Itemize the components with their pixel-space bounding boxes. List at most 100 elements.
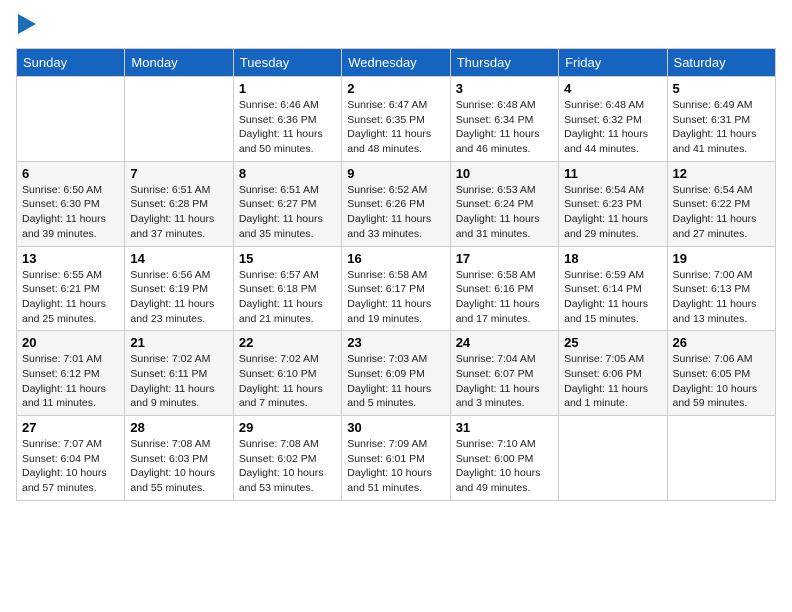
- day-detail: Sunrise: 7:07 AMSunset: 6:04 PMDaylight:…: [22, 437, 119, 496]
- calendar-cell: 11Sunrise: 6:54 AMSunset: 6:23 PMDayligh…: [559, 161, 667, 246]
- day-detail: Sunrise: 6:54 AMSunset: 6:23 PMDaylight:…: [564, 183, 661, 242]
- day-number: 25: [564, 335, 661, 350]
- weekday-header-monday: Monday: [125, 49, 233, 77]
- calendar-cell: [17, 77, 125, 162]
- calendar-cell: 4 Sunrise: 6:48 AMSunset: 6:32 PMDaylight…: [559, 77, 667, 162]
- day-number: 31: [456, 420, 553, 435]
- calendar-cell: 15Sunrise: 6:57 AMSunset: 6:18 PMDayligh…: [233, 246, 341, 331]
- calendar-cell: 14 Sunrise: 6:56 AMSunset: 6:19 PMDayligh…: [125, 246, 233, 331]
- calendar-table: SundayMondayTuesdayWednesdayThursdayFrid…: [16, 48, 776, 501]
- page-header: [16, 16, 776, 40]
- weekday-header-sunday: Sunday: [17, 49, 125, 77]
- day-number: 1: [239, 81, 336, 96]
- calendar-cell: 29 Sunrise: 7:08 AMSunset: 6:02 PMDayligh…: [233, 416, 341, 501]
- calendar-cell: 23Sunrise: 7:03 AMSunset: 6:09 PMDayligh…: [342, 331, 450, 416]
- day-number: 24: [456, 335, 553, 350]
- day-detail: Sunrise: 7:10 AMSunset: 6:00 PMDaylight:…: [456, 437, 553, 496]
- day-number: 12: [673, 166, 770, 181]
- day-detail: Sunrise: 6:56 AMSunset: 6:19 PMDaylight:…: [130, 268, 227, 327]
- day-detail: Sunrise: 7:06 AMSunset: 6:05 PMDaylight:…: [673, 352, 770, 411]
- calendar-cell: 16 Sunrise: 6:58 AMSunset: 6:17 PMDayligh…: [342, 246, 450, 331]
- day-detail: Sunrise: 6:58 AMSunset: 6:17 PMDaylight:…: [347, 268, 444, 327]
- day-number: 14: [130, 251, 227, 266]
- day-number: 20: [22, 335, 119, 350]
- day-number: 23: [347, 335, 444, 350]
- day-number: 18: [564, 251, 661, 266]
- calendar-week-4: 20 Sunrise: 7:01 AMSunset: 6:12 PMDayligh…: [17, 331, 776, 416]
- day-number: 19: [673, 251, 770, 266]
- calendar-cell: 27 Sunrise: 7:07 AMSunset: 6:04 PMDayligh…: [17, 416, 125, 501]
- logo-text: [16, 16, 36, 40]
- calendar-cell: 13 Sunrise: 6:55 AMSunset: 6:21 PMDayligh…: [17, 246, 125, 331]
- day-number: 27: [22, 420, 119, 435]
- weekday-header-wednesday: Wednesday: [342, 49, 450, 77]
- calendar-cell: 28Sunrise: 7:08 AMSunset: 6:03 PMDayligh…: [125, 416, 233, 501]
- weekday-header-tuesday: Tuesday: [233, 49, 341, 77]
- day-detail: Sunrise: 6:46 AMSunset: 6:36 PMDaylight:…: [239, 98, 336, 157]
- day-detail: Sunrise: 7:02 AMSunset: 6:11 PMDaylight:…: [130, 352, 227, 411]
- day-detail: Sunrise: 7:05 AMSunset: 6:06 PMDaylight:…: [564, 352, 661, 411]
- calendar-week-2: 6 Sunrise: 6:50 AMSunset: 6:30 PMDaylight…: [17, 161, 776, 246]
- day-detail: Sunrise: 6:58 AMSunset: 6:16 PMDaylight:…: [456, 268, 553, 327]
- day-detail: Sunrise: 6:51 AMSunset: 6:27 PMDaylight:…: [239, 183, 336, 242]
- day-number: 5: [673, 81, 770, 96]
- calendar-cell: 9 Sunrise: 6:52 AMSunset: 6:26 PMDaylight…: [342, 161, 450, 246]
- day-number: 7: [130, 166, 227, 181]
- day-detail: Sunrise: 7:08 AMSunset: 6:02 PMDaylight:…: [239, 437, 336, 496]
- day-detail: Sunrise: 6:47 AMSunset: 6:35 PMDaylight:…: [347, 98, 444, 157]
- day-detail: Sunrise: 6:54 AMSunset: 6:22 PMDaylight:…: [673, 183, 770, 242]
- day-number: 26: [673, 335, 770, 350]
- calendar-cell: 31 Sunrise: 7:10 AMSunset: 6:00 PMDayligh…: [450, 416, 558, 501]
- day-detail: Sunrise: 7:01 AMSunset: 6:12 PMDaylight:…: [22, 352, 119, 411]
- day-number: 4: [564, 81, 661, 96]
- calendar-cell: 18 Sunrise: 6:59 AMSunset: 6:14 PMDayligh…: [559, 246, 667, 331]
- day-number: 29: [239, 420, 336, 435]
- calendar-week-3: 13 Sunrise: 6:55 AMSunset: 6:21 PMDayligh…: [17, 246, 776, 331]
- calendar-cell: 19 Sunrise: 7:00 AMSunset: 6:13 PMDayligh…: [667, 246, 775, 331]
- day-number: 17: [456, 251, 553, 266]
- day-detail: Sunrise: 6:50 AMSunset: 6:30 PMDaylight:…: [22, 183, 119, 242]
- calendar-cell: 30Sunrise: 7:09 AMSunset: 6:01 PMDayligh…: [342, 416, 450, 501]
- day-detail: Sunrise: 6:59 AMSunset: 6:14 PMDaylight:…: [564, 268, 661, 327]
- day-number: 6: [22, 166, 119, 181]
- day-number: 8: [239, 166, 336, 181]
- calendar-cell: 3Sunrise: 6:48 AMSunset: 6:34 PMDaylight…: [450, 77, 558, 162]
- day-number: 15: [239, 251, 336, 266]
- day-detail: Sunrise: 7:08 AMSunset: 6:03 PMDaylight:…: [130, 437, 227, 496]
- day-detail: Sunrise: 6:48 AMSunset: 6:34 PMDaylight:…: [456, 98, 553, 157]
- calendar-cell: 25 Sunrise: 7:05 AMSunset: 6:06 PMDayligh…: [559, 331, 667, 416]
- calendar-cell: 24 Sunrise: 7:04 AMSunset: 6:07 PMDayligh…: [450, 331, 558, 416]
- day-detail: Sunrise: 7:09 AMSunset: 6:01 PMDaylight:…: [347, 437, 444, 496]
- calendar-week-1: 1 Sunrise: 6:46 AMSunset: 6:36 PMDaylight…: [17, 77, 776, 162]
- day-detail: Sunrise: 6:48 AMSunset: 6:32 PMDaylight:…: [564, 98, 661, 157]
- day-detail: Sunrise: 7:04 AMSunset: 6:07 PMDaylight:…: [456, 352, 553, 411]
- calendar-cell: 7Sunrise: 6:51 AMSunset: 6:28 PMDaylight…: [125, 161, 233, 246]
- day-detail: Sunrise: 7:00 AMSunset: 6:13 PMDaylight:…: [673, 268, 770, 327]
- calendar-cell: 1 Sunrise: 6:46 AMSunset: 6:36 PMDaylight…: [233, 77, 341, 162]
- day-detail: Sunrise: 6:55 AMSunset: 6:21 PMDaylight:…: [22, 268, 119, 327]
- day-detail: Sunrise: 6:49 AMSunset: 6:31 PMDaylight:…: [673, 98, 770, 157]
- day-number: 2: [347, 81, 444, 96]
- day-detail: Sunrise: 6:53 AMSunset: 6:24 PMDaylight:…: [456, 183, 553, 242]
- day-number: 9: [347, 166, 444, 181]
- weekday-header-saturday: Saturday: [667, 49, 775, 77]
- weekday-header-thursday: Thursday: [450, 49, 558, 77]
- calendar-cell: [667, 416, 775, 501]
- day-detail: Sunrise: 6:52 AMSunset: 6:26 PMDaylight:…: [347, 183, 444, 242]
- calendar-cell: 12 Sunrise: 6:54 AMSunset: 6:22 PMDayligh…: [667, 161, 775, 246]
- calendar-cell: 20 Sunrise: 7:01 AMSunset: 6:12 PMDayligh…: [17, 331, 125, 416]
- calendar-cell: 22Sunrise: 7:02 AMSunset: 6:10 PMDayligh…: [233, 331, 341, 416]
- calendar-cell: 6 Sunrise: 6:50 AMSunset: 6:30 PMDaylight…: [17, 161, 125, 246]
- day-number: 13: [22, 251, 119, 266]
- calendar-cell: 2 Sunrise: 6:47 AMSunset: 6:35 PMDaylight…: [342, 77, 450, 162]
- day-number: 16: [347, 251, 444, 266]
- calendar-cell: 21Sunrise: 7:02 AMSunset: 6:11 PMDayligh…: [125, 331, 233, 416]
- calendar-cell: 10 Sunrise: 6:53 AMSunset: 6:24 PMDayligh…: [450, 161, 558, 246]
- calendar-cell: 8 Sunrise: 6:51 AMSunset: 6:27 PMDaylight…: [233, 161, 341, 246]
- day-number: 22: [239, 335, 336, 350]
- logo: [16, 16, 36, 40]
- day-number: 10: [456, 166, 553, 181]
- calendar-cell: [559, 416, 667, 501]
- calendar-cell: 5 Sunrise: 6:49 AMSunset: 6:31 PMDaylight…: [667, 77, 775, 162]
- weekday-header-friday: Friday: [559, 49, 667, 77]
